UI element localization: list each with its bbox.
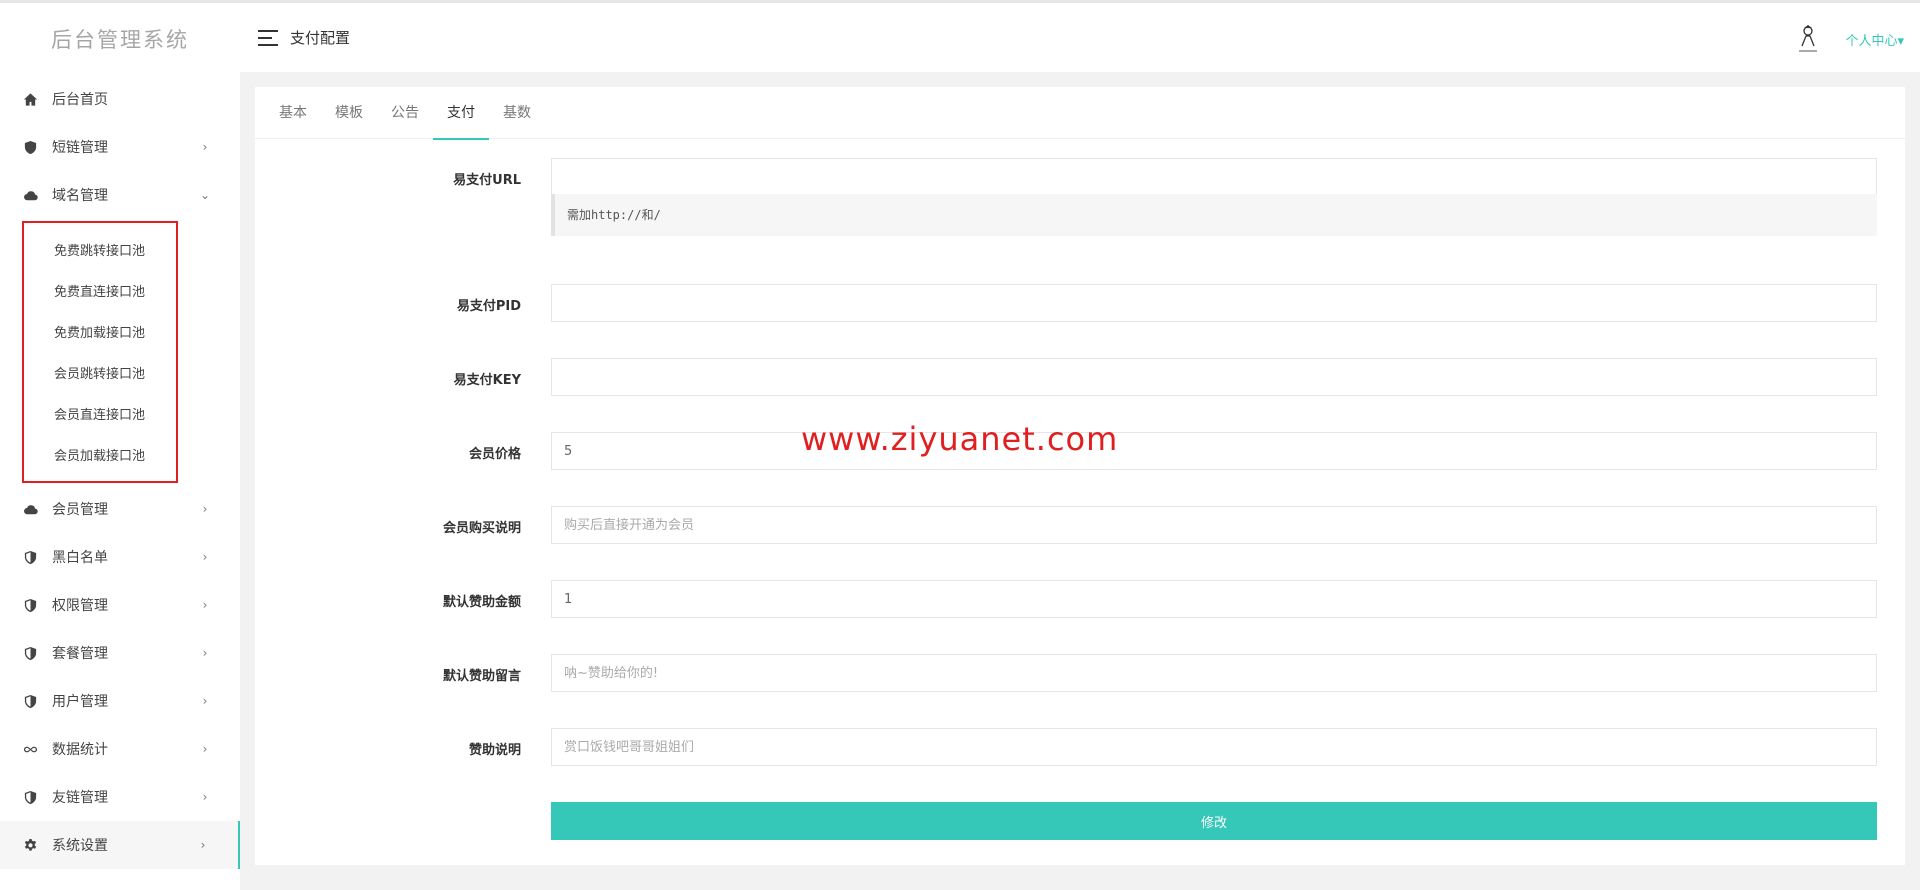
chevron-right-icon: › <box>202 140 208 154</box>
tab-payment[interactable]: 支付 <box>433 87 489 140</box>
donate-msg-input[interactable] <box>551 654 1877 692</box>
sidebar-item-label: 友链管理 <box>52 790 108 806</box>
epay-url-hint: 需加http://和/ <box>551 194 1877 236</box>
home-icon <box>22 91 38 107</box>
avatar[interactable] <box>1793 23 1823 55</box>
cloud-icon <box>22 501 38 517</box>
chevron-right-icon: › <box>202 598 208 612</box>
epay-pid-label: 易支付PID <box>456 299 521 314</box>
epay-key-label: 易支付KEY <box>453 373 521 388</box>
sidebar-nav: 后台首页 短链管理 › 域名管理 ⌄ <box>0 75 240 219</box>
tab-template[interactable]: 模板 <box>321 87 377 139</box>
sidebar-nav-lower: 会员管理 › 黑白名单 › 权限管理 › 套餐管理 › 用户管理 › 数据统计 … <box>0 485 240 869</box>
cloud-icon <box>22 187 38 203</box>
submit-button[interactable]: 修改 <box>551 802 1877 840</box>
shield-half-icon <box>22 645 38 661</box>
sidebar-item-domain[interactable]: 域名管理 ⌄ <box>0 171 240 219</box>
chevron-right-icon: › <box>202 550 208 564</box>
sidebar-item-label: 用户管理 <box>52 694 108 710</box>
chevron-down-icon: ⌄ <box>200 188 211 202</box>
sidebar-item-label: 后台首页 <box>52 92 108 108</box>
donate-msg-label: 默认赞助留言 <box>442 669 521 684</box>
header-right: 个人中心▾ <box>1793 3 1904 75</box>
settings-card: 基本 模板 公告 支付 基数 易支付URL 需加http://和/ 易支付PID… <box>255 87 1905 865</box>
shield-half-icon <box>22 693 38 709</box>
sidebar-item-plans[interactable]: 套餐管理 › <box>0 629 240 677</box>
member-desc-label: 会员购买说明 <box>442 521 521 536</box>
submenu-item-member-load-pool[interactable]: 会员加载接口池 <box>24 434 176 475</box>
donate-desc-input[interactable] <box>551 728 1877 766</box>
sidebar-item-label: 会员管理 <box>52 502 108 518</box>
app-logo: 后台管理系统 <box>51 28 189 52</box>
sidebar: 后台管理系统 后台首页 短链管理 › 域名管理 ⌄ 免费跳转接口池 免费直连接口… <box>0 0 240 890</box>
chevron-right-icon: › <box>202 694 208 708</box>
donate-amount-label: 默认赞助金额 <box>442 595 521 610</box>
chevron-right-icon: › <box>202 646 208 660</box>
member-price-label: 会员价格 <box>468 447 521 462</box>
sidebar-item-statistics[interactable]: 数据统计 › <box>0 725 240 773</box>
sidebar-item-label: 数据统计 <box>52 742 108 758</box>
sidebar-item-shortlink[interactable]: 短链管理 › <box>0 123 240 171</box>
chevron-right-icon: › <box>200 838 206 852</box>
user-center-dropdown[interactable]: 个人中心▾ <box>1845 30 1904 49</box>
epay-url-input[interactable] <box>551 158 1877 196</box>
member-price-input[interactable] <box>551 432 1877 470</box>
sidebar-item-label: 套餐管理 <box>52 646 108 662</box>
donate-desc-label: 赞助说明 <box>468 743 521 758</box>
shield-half-icon <box>22 789 38 805</box>
sidebar-item-label: 系统设置 <box>52 838 108 854</box>
submenu-item-member-redirect-pool[interactable]: 会员跳转接口池 <box>24 352 176 393</box>
submenu-item-free-direct-pool[interactable]: 免费直连接口池 <box>24 270 176 311</box>
sidebar-item-label: 域名管理 <box>52 188 108 204</box>
sidebar-item-label: 黑白名单 <box>52 550 108 566</box>
tab-basic[interactable]: 基本 <box>265 87 321 139</box>
sidebar-item-label: 权限管理 <box>52 598 108 614</box>
sidebar-item-members[interactable]: 会员管理 › <box>0 485 240 533</box>
gear-icon <box>22 837 38 853</box>
menu-toggle-icon[interactable] <box>258 29 278 46</box>
tab-announcement[interactable]: 公告 <box>377 87 433 139</box>
settings-tabs: 基本 模板 公告 支付 基数 <box>255 87 1905 140</box>
sidebar-item-blackwhitelist[interactable]: 黑白名单 › <box>0 533 240 581</box>
tab-base-count[interactable]: 基数 <box>489 87 545 139</box>
shield-half-icon <box>22 549 38 565</box>
epay-key-input[interactable] <box>551 358 1877 396</box>
page-title: 支付配置 <box>290 29 351 47</box>
sidebar-item-friendlinks[interactable]: 友链管理 › <box>0 773 240 821</box>
submenu-item-free-redirect-pool[interactable]: 免费跳转接口池 <box>24 229 176 270</box>
top-header: 支付配置 个人中心▾ <box>240 0 1920 72</box>
chevron-right-icon: › <box>202 742 208 756</box>
submenu-item-free-load-pool[interactable]: 免费加载接口池 <box>24 311 176 352</box>
sidebar-item-permissions[interactable]: 权限管理 › <box>0 581 240 629</box>
shield-icon <box>22 139 38 155</box>
donate-amount-input[interactable] <box>551 580 1877 618</box>
sidebar-item-label: 短链管理 <box>52 140 108 156</box>
watermark-text: www.ziyuanet.com <box>801 420 1119 458</box>
chevron-right-icon: › <box>202 790 208 804</box>
epay-pid-input[interactable] <box>551 284 1877 322</box>
shield-half-icon <box>22 597 38 613</box>
member-desc-input[interactable] <box>551 506 1877 544</box>
sidebar-item-users[interactable]: 用户管理 › <box>0 677 240 725</box>
submenu-item-member-direct-pool[interactable]: 会员直连接口池 <box>24 393 176 434</box>
infinity-icon <box>22 741 38 757</box>
domain-submenu: 免费跳转接口池 免费直连接口池 免费加载接口池 会员跳转接口池 会员直连接口池 … <box>22 221 178 483</box>
chevron-right-icon: › <box>202 502 208 516</box>
sidebar-item-settings[interactable]: 系统设置 › <box>0 821 240 869</box>
epay-url-label: 易支付URL <box>453 173 521 188</box>
sidebar-item-home[interactable]: 后台首页 <box>0 75 240 123</box>
